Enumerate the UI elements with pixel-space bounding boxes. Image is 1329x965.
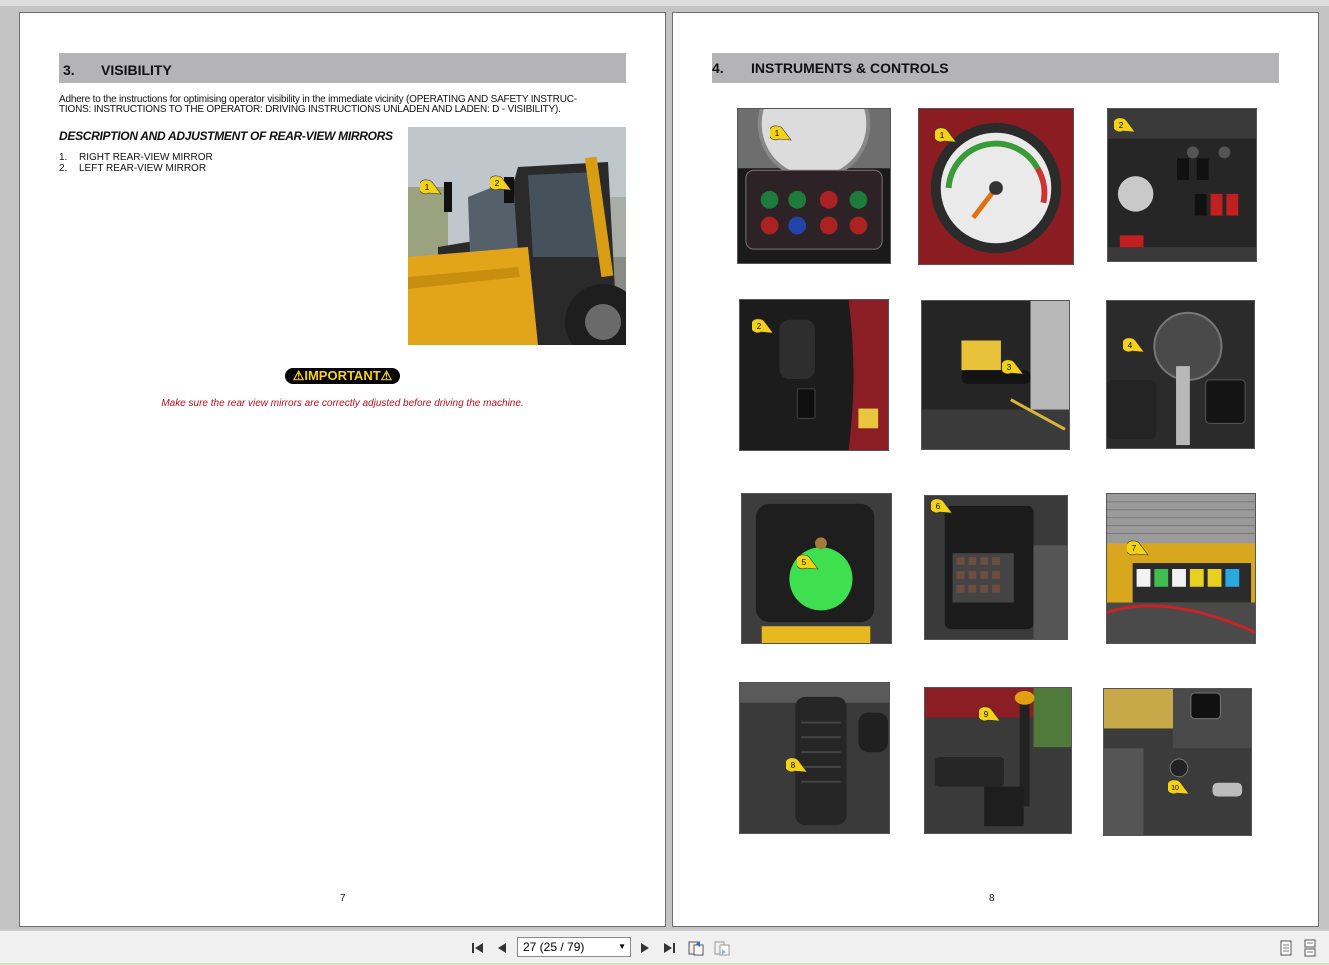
thumbnail-indicator-panel: 1 — [737, 108, 891, 264]
photo-marker: 5 — [797, 554, 819, 570]
continuous-page-view-button[interactable] — [1301, 939, 1319, 957]
section-title: VISIBILITY — [101, 62, 172, 78]
photo-marker-label: 2 — [495, 179, 500, 188]
navigation-toolbar: 27 (25 / 79) ▼ — [0, 930, 1329, 965]
thumbnail-rear-control: 10 — [1103, 688, 1252, 836]
last-page-icon — [664, 943, 675, 953]
thumbnail-side-console: 2 — [739, 299, 889, 451]
list-item: 1. RIGHT REAR-VIEW MIRROR — [59, 152, 213, 163]
photo-marker-label: 1 — [775, 129, 780, 138]
photo-marker: 10 — [1168, 779, 1190, 795]
page-number: 8 — [989, 893, 995, 904]
photo-marker: 1 — [420, 179, 442, 195]
important-badge: ⚠IMPORTANT⚠ — [285, 368, 400, 384]
first-page-icon — [472, 943, 483, 953]
next-page-button[interactable] — [636, 939, 654, 957]
back-view-button[interactable] — [687, 939, 705, 957]
first-page-button[interactable] — [469, 939, 487, 957]
list-item-text: RIGHT REAR-VIEW MIRROR — [79, 152, 213, 163]
page-7: 3. VISIBILITY Adhere to the instructions… — [19, 12, 666, 927]
photo-marker-label: 8 — [791, 761, 796, 770]
single-page-icon — [1280, 940, 1292, 956]
photo-marker-label: 10 — [1171, 785, 1179, 792]
photo-marker-label: 1 — [940, 131, 945, 140]
photo-marker: 1 — [935, 127, 957, 143]
thumbnail-gear-lever: 9 — [924, 687, 1072, 834]
photo-marker-label: 6 — [936, 502, 941, 511]
photo-marker: 2 — [752, 318, 774, 334]
warning-text: Make sure the rear view mirrors are corr… — [161, 398, 524, 409]
viewport-top-edge — [0, 0, 1329, 6]
intro-line: TIONS: INSTRUCTIONS TO THE OPERATOR: DRI… — [59, 104, 561, 115]
photo-marker-label: 2 — [1119, 121, 1124, 130]
page-number: 7 — [340, 893, 346, 904]
prev-page-button[interactable] — [493, 939, 511, 957]
section-number: 4. — [712, 60, 724, 76]
chevron-down-icon: ▼ — [618, 942, 626, 951]
photo-marker-label: 7 — [1132, 544, 1137, 553]
photo-marker: 2 — [490, 175, 512, 191]
page-number-value: 27 (25 / 79) — [523, 940, 585, 954]
list-item-number: 1. — [59, 152, 68, 163]
photo-marker-label: 4 — [1128, 341, 1133, 350]
thumbnail-ignition-key: 4 — [1106, 300, 1255, 449]
thumbnail-fuse-box: 6 — [924, 495, 1068, 640]
thumbnail-battery-fuses: 7 — [1106, 493, 1256, 644]
list-item-number: 2. — [59, 163, 68, 174]
page-number-select[interactable]: 27 (25 / 79) ▼ — [517, 937, 631, 957]
section-header-bar: 4. INSTRUMENTS & CONTROLS — [712, 53, 1279, 83]
list-item-text: LEFT REAR-VIEW MIRROR — [79, 163, 207, 174]
thumbnail-dashboard-switches: 2 — [1107, 108, 1257, 262]
photo-marker-label: 3 — [1007, 363, 1012, 372]
list-item: 2. LEFT REAR-VIEW MIRROR — [59, 163, 213, 174]
next-page-icon — [641, 943, 649, 953]
mirror-list: 1. RIGHT REAR-VIEW MIRROR 2. LEFT REAR-VIE… — [59, 152, 213, 174]
photo-marker: 7 — [1127, 540, 1149, 556]
subheading: DESCRIPTION AND ADJUSTMENT OF REAR-VIEW … — [59, 129, 393, 143]
back-view-icon — [688, 941, 704, 956]
thumbnail-fuel-cap: 5 — [741, 493, 892, 644]
photo-marker-label: 5 — [802, 558, 807, 567]
photo-marker-label: 2 — [757, 322, 762, 331]
photo-marker: 4 — [1123, 337, 1145, 353]
photo-marker: 9 — [979, 706, 1001, 722]
photo-marker: 6 — [931, 498, 953, 514]
photo-marker: 2 — [1114, 117, 1136, 133]
last-page-button[interactable] — [660, 939, 678, 957]
photo-marker: 3 — [1002, 359, 1024, 375]
page-8: 4. INSTRUMENTS & CONTROLS 1 1 2 2 3 4 5 … — [672, 12, 1319, 927]
photo-marker-label: 1 — [425, 183, 430, 192]
prev-page-icon — [498, 943, 506, 953]
section-number: 3. — [63, 62, 75, 78]
photo-marker: 8 — [786, 757, 808, 773]
thumbnail-column-lever: 3 — [921, 300, 1070, 450]
forward-view-icon — [714, 941, 730, 956]
forward-view-button[interactable] — [713, 939, 731, 957]
section-title: INSTRUMENTS & CONTROLS — [751, 60, 949, 76]
photo-marker-label: 9 — [984, 710, 989, 719]
document-viewport[interactable]: 3. VISIBILITY Adhere to the instructions… — [0, 0, 1329, 930]
photo-marker: 1 — [770, 125, 792, 141]
continuous-page-icon — [1304, 939, 1316, 957]
backhoe-cab-photo: 1 2 — [408, 127, 626, 345]
intro-paragraph: Adhere to the instructions for optimisin… — [59, 95, 629, 115]
thumbnail-accelerator-pedal: 8 — [739, 682, 890, 834]
section-header-bar: 3. VISIBILITY — [59, 53, 626, 83]
thumbnail-gauge: 1 — [918, 108, 1074, 265]
single-page-view-button[interactable] — [1277, 939, 1295, 957]
